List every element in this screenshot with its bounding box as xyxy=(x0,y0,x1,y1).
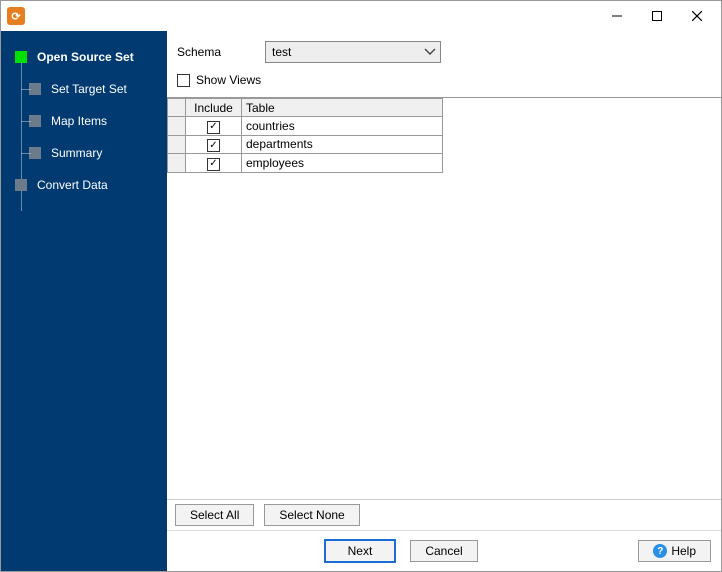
step-label: Convert Data xyxy=(37,178,108,192)
selection-bar: Select All Select None xyxy=(167,499,721,530)
wizard-step-set-target-set[interactable]: Set Target Set xyxy=(1,73,167,105)
table-row: departments xyxy=(168,135,443,154)
titlebar: ⟳ xyxy=(1,1,721,31)
wizard-step-summary[interactable]: Summary xyxy=(1,137,167,169)
select-none-button[interactable]: Select None xyxy=(264,504,359,526)
row-header[interactable] xyxy=(168,154,186,173)
wizard-window: ⟳ Open Source Set Set Target Set Map Items… xyxy=(0,0,722,572)
step-node-icon xyxy=(15,179,27,191)
col-include-header[interactable]: Include xyxy=(186,99,242,117)
wizard-step-open-source-set[interactable]: Open Source Set xyxy=(1,41,167,73)
show-views-label: Show Views xyxy=(196,73,261,87)
wizard-steps-sidebar: Open Source Set Set Target Set Map Items Su… xyxy=(1,31,167,571)
show-views-checkbox[interactable] xyxy=(177,74,190,87)
cancel-button[interactable]: Cancel xyxy=(410,540,477,562)
tables-grid: Include Table countriesdepartmentsemploy… xyxy=(167,97,721,499)
include-checkbox[interactable] xyxy=(207,139,220,152)
footer: Next Cancel ? Help xyxy=(167,530,721,571)
minimize-button[interactable] xyxy=(597,2,637,30)
main-panel: Schema test Show Views xyxy=(167,31,721,571)
select-all-button[interactable]: Select All xyxy=(175,504,254,526)
table-name-cell[interactable]: countries xyxy=(242,117,443,136)
row-header[interactable] xyxy=(168,135,186,154)
table-row: employees xyxy=(168,154,443,173)
wizard-step-convert-data[interactable]: Convert Data xyxy=(1,169,167,201)
include-checkbox[interactable] xyxy=(207,121,220,134)
col-table-header[interactable]: Table xyxy=(242,99,443,117)
next-button[interactable]: Next xyxy=(324,539,397,563)
step-label: Open Source Set xyxy=(37,50,134,64)
table-name-cell[interactable]: departments xyxy=(242,135,443,154)
chevron-down-icon xyxy=(424,46,436,58)
schema-value: test xyxy=(272,45,291,59)
maximize-button[interactable] xyxy=(637,2,677,30)
table-name-cell[interactable]: employees xyxy=(242,154,443,173)
help-icon: ? xyxy=(653,544,667,558)
step-node-icon xyxy=(15,51,27,63)
content: Open Source Set Set Target Set Map Items Su… xyxy=(1,31,721,571)
help-label: Help xyxy=(671,544,696,558)
table-row: countries xyxy=(168,117,443,136)
app-icon: ⟳ xyxy=(7,7,25,25)
help-button[interactable]: ? Help xyxy=(638,540,711,562)
step-label: Set Target Set xyxy=(51,82,127,96)
schema-label: Schema xyxy=(177,45,265,59)
row-header-blank xyxy=(168,99,186,117)
close-button[interactable] xyxy=(677,2,717,30)
schema-select[interactable]: test xyxy=(265,41,441,63)
form-area: Schema test Show Views xyxy=(167,31,721,97)
step-label: Summary xyxy=(51,146,102,160)
wizard-step-map-items[interactable]: Map Items xyxy=(1,105,167,137)
step-label: Map Items xyxy=(51,114,107,128)
include-checkbox[interactable] xyxy=(207,158,220,171)
row-header[interactable] xyxy=(168,117,186,136)
